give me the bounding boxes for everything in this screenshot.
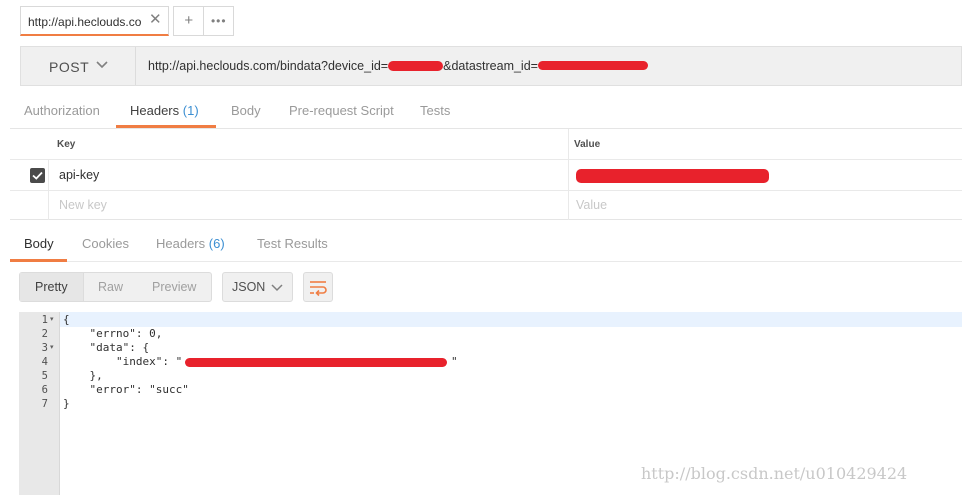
line-number: 4: [41, 356, 48, 368]
response-tabs: Body Cookies Headers (6) Test Results: [10, 228, 962, 262]
response-tab-headers[interactable]: Headers (6): [156, 236, 225, 251]
tab-pre-request-script[interactable]: Pre-request Script: [289, 103, 394, 118]
new-key-field[interactable]: New key: [59, 198, 107, 212]
url-prefix: http://api.heclouds.com/bindata?device_i…: [148, 59, 389, 73]
line-number: 1: [41, 314, 48, 326]
request-tab-title: http://api.heclouds.co: [28, 15, 142, 29]
raw-button[interactable]: Raw: [98, 280, 123, 294]
view-mode-group: Pretty Raw Preview: [19, 272, 212, 302]
line-number: 6: [41, 384, 48, 396]
wrap-icon: [310, 281, 327, 297]
request-line: POST http://api.heclouds.com/bindata?dev…: [20, 46, 962, 86]
preview-button[interactable]: Preview: [152, 280, 196, 294]
enable-checkbox[interactable]: [30, 168, 45, 183]
tab-tests[interactable]: Tests: [420, 103, 450, 118]
column-divider: [568, 129, 569, 220]
active-response-tab-indicator: [10, 259, 67, 262]
response-headers-count: (6): [208, 236, 225, 251]
tab-authorization[interactable]: Authorization: [24, 103, 100, 118]
key-column-header: Key: [57, 139, 76, 150]
watermark: http://blog.csdn.net/u010429424: [641, 464, 908, 483]
redacted-api-key-value[interactable]: [576, 169, 769, 183]
wrap-lines-button[interactable]: [303, 272, 333, 302]
code-line: "index": ": [63, 355, 183, 368]
tab-bar: http://api.heclouds.co ✕ + •••: [0, 0, 962, 40]
active-line-highlight: [60, 312, 962, 327]
request-tabs: Authorization Headers (1) Body Pre-reque…: [10, 96, 962, 128]
code-line: {: [63, 313, 70, 326]
code-line: "errno": 0,: [63, 327, 163, 340]
code-line: "error": "succ": [63, 383, 189, 396]
line-number: 7: [41, 398, 48, 410]
url-mid: &datastream_id=: [443, 59, 538, 73]
new-value-field[interactable]: Value: [576, 198, 607, 212]
check-icon: [32, 171, 43, 180]
fold-icon[interactable]: ▾: [50, 313, 54, 327]
code-line: },: [63, 369, 103, 382]
table-row: New key Value: [10, 191, 962, 220]
column-divider: [48, 160, 49, 220]
more-icon[interactable]: •••: [203, 7, 233, 35]
table-row: api-key: [10, 160, 962, 191]
value-column-header: Value: [574, 139, 601, 150]
tab-body[interactable]: Body: [231, 103, 261, 118]
redacted-datastream-id: [537, 61, 648, 71]
url-input[interactable]: http://api.heclouds.com/bindata?device_i…: [148, 57, 948, 77]
method-label: POST: [49, 59, 90, 75]
format-select[interactable]: JSON: [222, 272, 293, 302]
code-line: }: [63, 397, 70, 410]
code-line-end: ": [451, 355, 458, 368]
fold-icon[interactable]: ▾: [50, 341, 54, 355]
line-number: 3: [41, 342, 48, 354]
table-header-row: Key Value: [10, 129, 962, 160]
close-icon[interactable]: ✕: [149, 12, 162, 28]
chevron-down-icon: [96, 61, 108, 69]
tab-actions: + •••: [173, 6, 234, 36]
add-tab-button[interactable]: +: [174, 7, 203, 35]
format-label: JSON: [232, 280, 266, 294]
redacted-device-id: [388, 60, 444, 71]
headers-count: (1): [182, 103, 199, 118]
response-tab-cookies[interactable]: Cookies: [82, 236, 129, 251]
chevron-down-icon: [271, 284, 283, 292]
tab-headers[interactable]: Headers (1): [130, 103, 199, 118]
request-tab[interactable]: http://api.heclouds.co ✕: [20, 6, 169, 36]
pretty-button[interactable]: Pretty: [35, 280, 68, 294]
line-number: 5: [41, 370, 48, 382]
response-tab-test-results[interactable]: Test Results: [257, 236, 328, 251]
headers-table: Key Value api-key New key Value: [10, 128, 962, 220]
redacted-index-value: [185, 358, 447, 367]
response-tab-body[interactable]: Body: [24, 236, 54, 251]
header-key-cell[interactable]: api-key: [59, 168, 99, 182]
line-number: 2: [41, 328, 48, 340]
method-select[interactable]: POST: [21, 47, 136, 85]
code-line: "data": {: [63, 341, 150, 354]
